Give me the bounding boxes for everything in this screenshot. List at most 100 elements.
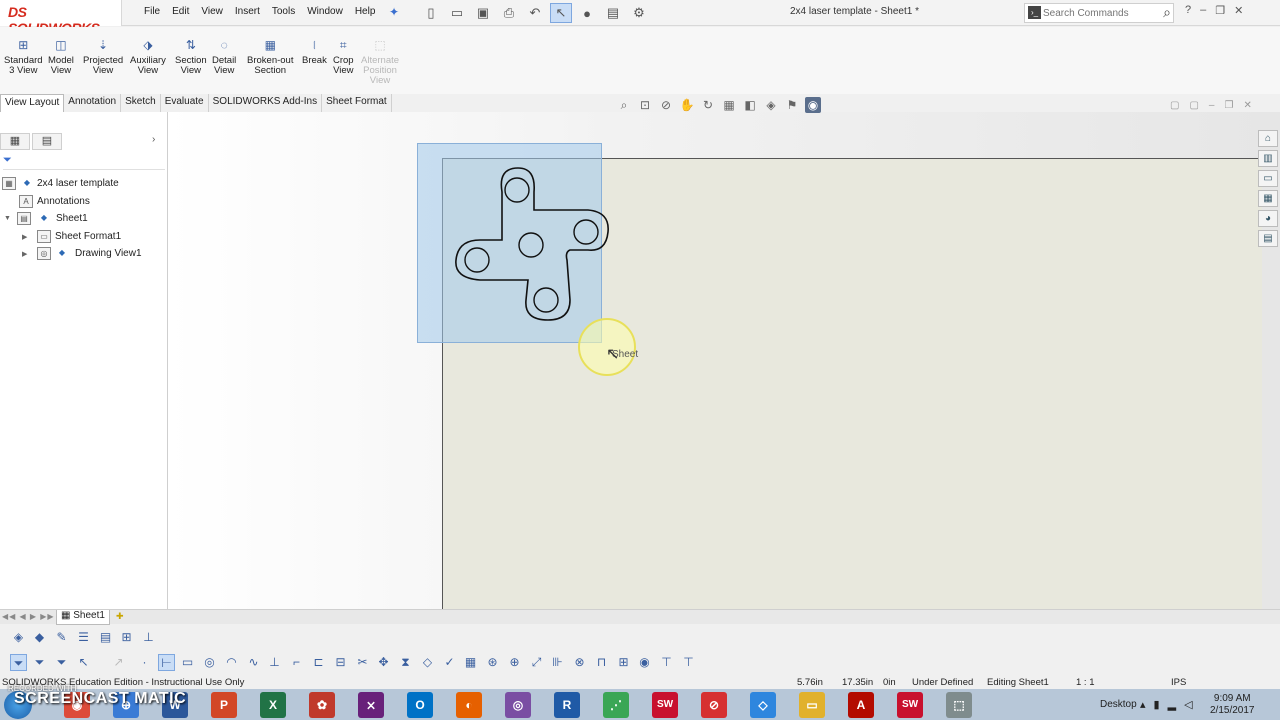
centerline-tool-icon[interactable]: ⊥: [266, 654, 283, 671]
dimension-tool-icon[interactable]: ◇: [419, 654, 436, 671]
view-settings-icon[interactable]: ⚑: [784, 97, 800, 113]
taskbar-powerpoint-icon[interactable]: P: [211, 692, 237, 718]
selection-filter-icon[interactable]: ⏷: [10, 654, 27, 671]
minimize-icon[interactable]: –: [1209, 100, 1215, 111]
section-view-button[interactable]: ⇅ Section View: [175, 37, 207, 76]
model-view-button[interactable]: ◫ Model View: [48, 37, 74, 76]
tab-sketch[interactable]: Sketch: [121, 94, 161, 112]
network-icon[interactable]: ▂: [1168, 698, 1176, 711]
hide-show-icon[interactable]: ◈: [763, 97, 779, 113]
pan-icon[interactable]: ✋: [679, 97, 695, 113]
tab-sheet-format[interactable]: Sheet Format: [322, 94, 392, 112]
sketch-point-icon[interactable]: ·: [136, 654, 153, 671]
crop-view-button[interactable]: ⌗ Crop View: [333, 37, 354, 76]
sheet-navigation-arrows-icon[interactable]: ◀◀ ◀ ▶ ▶▶: [2, 612, 55, 621]
mirror-tool-icon[interactable]: ⧗: [397, 654, 414, 671]
taskbar-outlook-icon[interactable]: O: [407, 692, 433, 718]
search-input[interactable]: [1043, 5, 1143, 21]
search-icon[interactable]: ⌕: [1163, 4, 1171, 21]
volume-icon[interactable]: ◁: [1184, 698, 1192, 711]
custom-properties-icon[interactable]: ▤: [1258, 230, 1278, 247]
menu-insert[interactable]: Insert: [229, 0, 266, 26]
tree-item-drawing-view[interactable]: ▶ ◎ ◆ Drawing View1: [0, 246, 168, 263]
hide-show-edges-icon[interactable]: ⊞: [118, 629, 135, 646]
taskbar-solidworks-2016b-icon[interactable]: SW: [897, 692, 923, 718]
battery-icon[interactable]: ▮: [1154, 698, 1160, 711]
tile-icon[interactable]: ▢: [1189, 100, 1198, 111]
taskbar-sketch-app-icon[interactable]: ⋰: [603, 692, 629, 718]
align-tool-icon[interactable]: ⊪: [549, 654, 566, 671]
menu-tools[interactable]: Tools: [266, 0, 301, 26]
fillet-tool-icon[interactable]: ⌐: [288, 654, 305, 671]
projected-view-button[interactable]: ⇣ Projected View: [83, 37, 123, 76]
taskbar-visual-studio-icon[interactable]: ⨯: [358, 692, 384, 718]
taskbar-excel-icon[interactable]: X: [260, 692, 286, 718]
tree-item-sheet[interactable]: ▼ ▤ ◆ Sheet1: [0, 211, 168, 228]
spline-tool-icon[interactable]: ∿: [245, 654, 262, 671]
pattern-tool-icon[interactable]: ▦: [462, 654, 479, 671]
taskbar-solidworks-2016-icon[interactable]: SW: [652, 692, 678, 718]
appearances-icon[interactable]: ◕: [1258, 210, 1278, 227]
select-icon[interactable]: ↖: [75, 654, 92, 671]
sheet-scale[interactable]: 1 : 1: [1076, 677, 1095, 688]
property-manager-tab-icon[interactable]: ▤: [32, 133, 62, 150]
rotate-icon[interactable]: ↻: [700, 97, 716, 113]
file-properties-icon[interactable]: ▤: [602, 3, 624, 23]
desktop-toolbar[interactable]: Desktop: [1100, 699, 1137, 710]
menu-help[interactable]: Help: [349, 0, 382, 26]
part-outline[interactable]: [440, 160, 620, 330]
tab-view-layout[interactable]: View Layout: [0, 94, 65, 112]
layer-properties-icon[interactable]: ◆: [31, 629, 48, 646]
expand-arrow-icon[interactable]: ›: [152, 134, 155, 145]
select-arrow-icon[interactable]: ↖: [550, 3, 572, 23]
tab-solidworks-add-ins[interactable]: SOLIDWORKS Add-Ins: [209, 94, 323, 112]
zoom-in-out-icon[interactable]: ⊘: [658, 97, 674, 113]
close-icon[interactable]: ✕: [1234, 4, 1243, 17]
standard-3-view-button[interactable]: ⊞ Standard 3 View: [4, 37, 43, 76]
show-hidden-icons-icon[interactable]: ▴: [1140, 698, 1146, 711]
clock[interactable]: 9:09 AM 2/15/2017: [1210, 693, 1255, 717]
offset-tool-icon[interactable]: ⊟: [332, 654, 349, 671]
taskbar-revit-icon[interactable]: R: [554, 692, 580, 718]
open-folder-icon[interactable]: ▭: [446, 3, 468, 23]
home-icon[interactable]: ⌂: [1258, 130, 1278, 147]
menu-file[interactable]: File: [138, 0, 166, 26]
taskbar-snipping-icon[interactable]: ⬚: [946, 692, 972, 718]
filter-icon[interactable]: ⏷: [3, 154, 165, 170]
chamfer-tool-icon[interactable]: ⊏: [310, 654, 327, 671]
sheet-tab[interactable]: ▦ Sheet1: [56, 610, 110, 625]
layer-icon[interactable]: ◈: [10, 629, 27, 646]
apply-scene-icon[interactable]: ◉: [805, 97, 821, 113]
new-document-icon[interactable]: ▯: [420, 3, 442, 23]
unit-system[interactable]: IPS: [1171, 677, 1186, 688]
break-button[interactable]: ⧙ Break: [302, 37, 327, 66]
tab-evaluate[interactable]: Evaluate: [161, 94, 209, 112]
minimize-icon[interactable]: –: [1200, 4, 1206, 17]
add-sheet-icon[interactable]: ✚: [116, 611, 124, 622]
undo-icon[interactable]: ↶: [524, 3, 546, 23]
menu-edit[interactable]: Edit: [166, 0, 195, 26]
line-thickness-icon[interactable]: ☰: [75, 629, 92, 646]
move-tool-icon[interactable]: ✥: [375, 654, 392, 671]
tree-item-sheet-format[interactable]: ▶ ▭ Sheet Format1: [0, 229, 168, 246]
view-palette-icon[interactable]: ▦: [1258, 190, 1278, 207]
tree-item-annotations[interactable]: A Annotations: [0, 194, 168, 211]
tree-item-root[interactable]: ▦ ◆ 2x4 laser template: [0, 176, 168, 193]
view-orientation-icon[interactable]: ▦: [721, 97, 737, 113]
tab-annotation[interactable]: Annotation: [64, 94, 122, 112]
rectangle-tool-icon[interactable]: ▭: [179, 654, 196, 671]
collapse-icon[interactable]: ▼: [4, 215, 11, 222]
taskbar-app-blue-icon[interactable]: ◇: [750, 692, 776, 718]
save-icon[interactable]: ▣: [472, 3, 494, 23]
tile-icon[interactable]: ▢: [1170, 100, 1179, 111]
taskbar-acrobat-icon[interactable]: A: [848, 692, 874, 718]
menu-window[interactable]: Window: [301, 0, 349, 26]
alternate-position-view-button[interactable]: ⬚ Alternate Position View: [361, 37, 399, 86]
taskbar-onenote-like-icon[interactable]: ◎: [505, 692, 531, 718]
restore-icon[interactable]: ❐: [1215, 4, 1225, 17]
restore-icon[interactable]: ❐: [1224, 100, 1233, 111]
construction-tool-icon[interactable]: ⊓: [593, 654, 610, 671]
broken-out-section-button[interactable]: ▦ Broken-out Section: [247, 37, 293, 76]
print-icon[interactable]: ⎙: [498, 3, 520, 23]
line-color-icon[interactable]: ✎: [53, 629, 70, 646]
